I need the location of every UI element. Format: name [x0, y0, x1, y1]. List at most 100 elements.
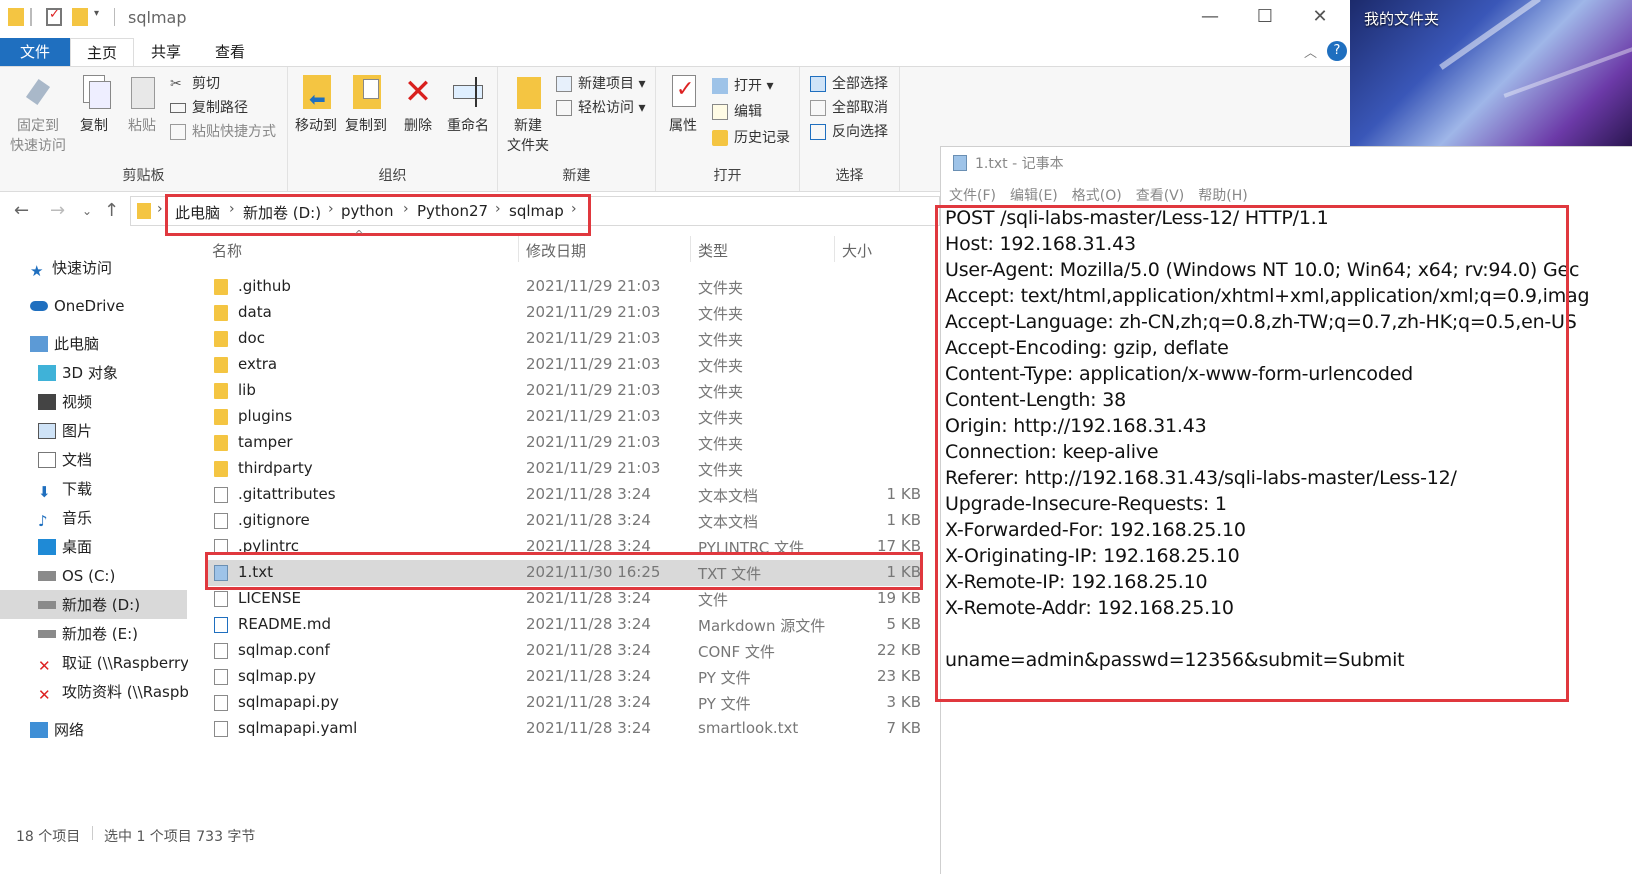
file-row[interactable]: README.md 2021/11/28 3:24 Markdown 源文件 5 KB [208, 612, 923, 638]
edit-button[interactable]: 编辑 [712, 101, 762, 123]
menu-view[interactable]: 查看(V) [1136, 185, 1185, 205]
tab-home[interactable]: 主页 [70, 38, 134, 66]
paste-shortcut-button[interactable]: 粘贴快捷方式 [170, 121, 276, 143]
copy-button[interactable]: 复制 [72, 73, 116, 135]
maximize-button[interactable]: ☐ [1250, 6, 1280, 27]
nav-desktop[interactable]: 桌面 [38, 533, 92, 561]
paste-icon [125, 73, 159, 111]
menu-edit[interactable]: 编辑(E) [1010, 185, 1058, 205]
nav-this-pc[interactable]: 此电脑 [30, 330, 99, 358]
copy-to-button[interactable]: 复制到 [342, 73, 390, 135]
collapse-ribbon-icon[interactable]: ︿ [1304, 42, 1317, 61]
rename-button[interactable]: 重命名 [444, 73, 492, 135]
nav-quick-access[interactable]: ★ 快速访问 [30, 254, 112, 282]
file-name: doc [238, 329, 265, 347]
file-row[interactable]: sqlmapapi.yaml 2021/11/28 3:24 smartlook.t… [208, 716, 923, 742]
nav-drive-d[interactable]: 新加卷 (D:) [38, 591, 140, 619]
copy-path-button[interactable]: 复制路径 [170, 97, 248, 119]
nav-network-drive-security[interactable]: ✕ 攻防资料 (\\Raspbe [38, 678, 188, 706]
file-type: 文件夹 [698, 409, 744, 427]
column-divider[interactable] [834, 236, 835, 262]
file-row[interactable]: sqlmapapi.py 2021/11/28 3:24 PY 文件 3 KB [208, 690, 923, 716]
file-row[interactable]: extra 2021/11/29 21:03 文件夹 [208, 352, 923, 378]
move-to-button[interactable]: ⬅ 移动到 [292, 73, 340, 135]
close-button[interactable]: ✕ [1305, 6, 1335, 27]
file-row[interactable]: .gitattributes 2021/11/28 3:24 文本文档 1 KB [208, 482, 923, 508]
folder-icon [8, 8, 24, 26]
recent-chevron-icon[interactable]: ⌄ [82, 204, 92, 218]
file-row[interactable]: sqlmap.py 2021/11/28 3:24 PY 文件 23 KB [208, 664, 923, 690]
file-name: sqlmapapi.py [238, 693, 339, 711]
file-size: 1 KB [886, 511, 921, 529]
paste-button[interactable]: 粘贴 [120, 73, 164, 135]
nav-videos[interactable]: 视频 [38, 388, 92, 416]
column-divider[interactable] [690, 236, 691, 262]
file-date: 2021/11/29 21:03 [526, 277, 661, 295]
new-folder-quick-icon[interactable] [72, 8, 88, 26]
cloud-icon [30, 301, 48, 311]
tab-file[interactable]: 文件 [0, 38, 70, 66]
folder-icon [214, 331, 228, 347]
nav-3d-objects[interactable]: 3D 对象 [38, 359, 118, 387]
select-none-button[interactable]: 全部取消 [810, 97, 888, 119]
file-list: ^ 名称 修改日期 类型 大小 .github 2021/11/29 21:03 文… [200, 228, 935, 832]
ribbon-tabs: 文件 主页 共享 查看 ︿ ? [0, 38, 1405, 66]
column-header-name[interactable]: 名称 [212, 240, 242, 261]
pin-quick-access-button[interactable]: 固定到 快速访问 [6, 73, 70, 155]
nav-drive-e[interactable]: 新加卷 (E:) [38, 620, 138, 648]
tab-share[interactable]: 共享 [134, 38, 198, 66]
history-button[interactable]: 历史记录 [712, 127, 790, 149]
picture-icon [38, 423, 56, 439]
file-row[interactable]: sqlmap.conf 2021/11/28 3:24 CONF 文件 22 KB [208, 638, 923, 664]
tab-view[interactable]: 查看 [198, 38, 262, 66]
column-header-date[interactable]: 修改日期 [526, 240, 586, 261]
nav-documents[interactable]: 文档 [38, 446, 92, 474]
back-arrow-icon[interactable]: ← [14, 200, 29, 221]
forward-arrow-icon[interactable]: → [50, 200, 65, 221]
select-all-button[interactable]: 全部选择 [810, 73, 888, 95]
column-header-size[interactable]: 大小 [842, 240, 872, 261]
file-row[interactable]: .github 2021/11/29 21:03 文件夹 [208, 274, 923, 300]
menu-file[interactable]: 文件(F) [949, 185, 996, 205]
file-row[interactable]: doc 2021/11/29 21:03 文件夹 [208, 326, 923, 352]
folder-icon [214, 279, 228, 295]
properties-check-icon[interactable]: ✓ [46, 7, 62, 26]
invert-selection-icon [810, 124, 826, 140]
file-row[interactable]: lib 2021/11/29 21:03 文件夹 [208, 378, 923, 404]
nav-pictures[interactable]: 图片 [38, 417, 92, 445]
file-name: thirdparty [238, 459, 313, 477]
menu-help[interactable]: 帮助(H) [1198, 185, 1247, 205]
nav-drive-c[interactable]: OS (C:) [38, 562, 115, 590]
column-divider[interactable] [518, 236, 519, 262]
new-folder-button[interactable]: 新建 文件夹 [502, 73, 554, 155]
chevron-down-icon[interactable]: ▾ [94, 8, 110, 26]
desktop-folder-label[interactable]: 我的文件夹 [1364, 8, 1439, 29]
rename-icon [451, 73, 485, 111]
delete-button[interactable]: ✕ 删除 [396, 73, 440, 135]
nav-music[interactable]: ♪ 音乐 [38, 504, 92, 532]
nav-downloads[interactable]: ⬇ 下载 [38, 475, 92, 503]
up-arrow-icon[interactable]: ↑ [104, 200, 119, 221]
file-row[interactable]: thirdparty 2021/11/29 21:03 文件夹 [208, 456, 923, 482]
file-row[interactable]: tamper 2021/11/29 21:03 文件夹 [208, 430, 923, 456]
nav-onedrive[interactable]: OneDrive [30, 292, 125, 320]
open-button[interactable]: 打开 ▾ [712, 75, 773, 97]
cut-button[interactable]: ✂ 剪切 [170, 73, 220, 95]
new-item-button[interactable]: 新建项目 ▾ [556, 73, 645, 95]
column-header-type[interactable]: 类型 [698, 240, 728, 261]
file-row[interactable]: plugins 2021/11/29 21:03 文件夹 [208, 404, 923, 430]
invert-selection-button[interactable]: 反向选择 [810, 121, 888, 143]
status-bar: 18 个项目 选中 1 个项目 733 字节 [0, 826, 940, 874]
easy-access-button[interactable]: 轻松访问 ▾ [556, 97, 645, 119]
nav-network-drive-forensics[interactable]: ✕ 取证 (\\Raspberryp [38, 649, 188, 677]
file-row[interactable]: data 2021/11/29 21:03 文件夹 [208, 300, 923, 326]
properties-button[interactable]: ✓ 属性 [662, 73, 704, 135]
file-date: 2021/11/28 3:24 [526, 615, 651, 633]
menu-format[interactable]: 格式(O) [1072, 185, 1122, 205]
minimize-button[interactable]: — [1195, 6, 1225, 27]
nav-network[interactable]: 网络 [30, 716, 84, 744]
file-name: sqlmap.conf [238, 641, 330, 659]
title-bar: ✓ ▾ sqlmap — ☐ ✕ [0, 0, 1405, 36]
help-icon[interactable]: ? [1327, 41, 1347, 61]
file-row[interactable]: .gitignore 2021/11/28 3:24 文本文档 1 KB [208, 508, 923, 534]
